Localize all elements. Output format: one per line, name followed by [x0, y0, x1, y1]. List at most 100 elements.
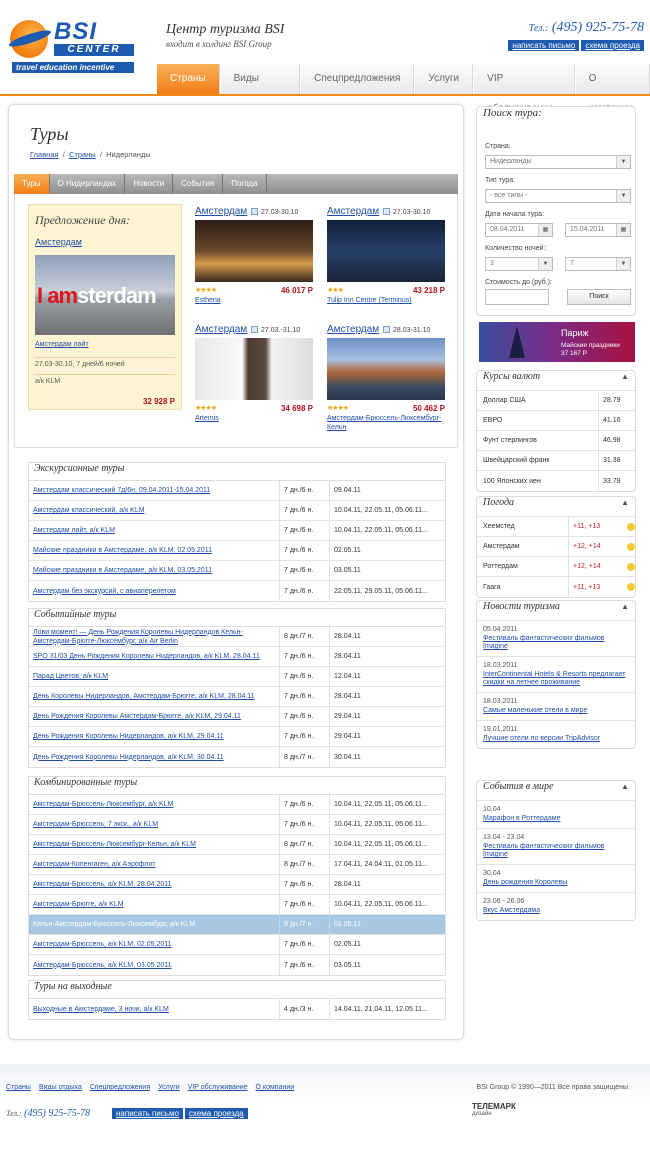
card-title-link[interactable]: Амстердам	[327, 206, 379, 217]
tour-type-select[interactable]: - все типы - ▼	[485, 189, 631, 203]
breadcrumb-home[interactable]: Главная	[30, 150, 59, 159]
tour-link[interactable]: Амстердам-Брюссель, а/к KLM, 02.05.2011	[33, 941, 172, 948]
table-row: Амстердам-Брюссель, а/к KLM, 03.05.2011 7…	[29, 955, 445, 975]
card-hotel-link[interactable]: Artemis	[195, 414, 313, 423]
tour-link[interactable]: Амстердам-Брюссель-Люксембург-Кельн, а/к…	[33, 841, 196, 848]
card-hotel-link[interactable]: Амстердам-Брюссель-Люксембург-Кельн	[327, 414, 445, 432]
card-image[interactable]	[327, 338, 445, 400]
breadcrumb-countries[interactable]: Страны	[69, 150, 96, 159]
tour-link[interactable]: День Рождения Королевы Нидерландов, а/к …	[33, 733, 224, 740]
nav-item-vip[interactable]: VIP обслуживание	[473, 64, 575, 114]
cost-input[interactable]	[485, 289, 549, 305]
rate-name: Фунт стерлингов	[483, 437, 537, 444]
tab-news[interactable]: Новости	[125, 174, 174, 194]
chevron-up-icon[interactable]: ▲	[621, 602, 629, 611]
tab-weather[interactable]: Погода	[223, 174, 267, 194]
card-image[interactable]	[195, 220, 313, 282]
deal-name-link[interactable]: Амстердам лайт	[35, 341, 89, 348]
news-link[interactable]: Лучшие отели по версии TripAdvisor	[483, 735, 600, 742]
event-link[interactable]: Фестиваль фантастических фильмов Imagine	[483, 843, 604, 858]
search-button[interactable]: Поиск	[567, 289, 631, 305]
footer-route-map-link[interactable]: схема проезда	[184, 1108, 248, 1119]
tour-link[interactable]: Амстердам лайт, а/к KLM	[33, 527, 115, 534]
card-hotel-link[interactable]: Estheria	[195, 296, 313, 305]
tour-link[interactable]: Кельн-Амстердам-Брюссель-Люксембург, а/к…	[33, 921, 195, 928]
footer-link-about[interactable]: О компании	[256, 1084, 295, 1091]
tour-link[interactable]: Амстердам-Брюссель-Люксембург, а/к KLM	[33, 801, 173, 808]
tour-link[interactable]: День Рождения Королевы Амстердам-Брюгге,…	[33, 713, 241, 720]
news-link[interactable]: InterContinental Hotels & Resorts предла…	[483, 671, 625, 686]
tour-link[interactable]: Выходные в Амстердаме, 3 ночи, а/к KLM	[33, 1006, 169, 1013]
event-link[interactable]: Марафон в Роттердаме	[483, 815, 560, 822]
tour-link[interactable]: Амстердам без экскурсий, с авиаперелетом	[33, 588, 176, 595]
nav-item-about[interactable]: О компании	[574, 64, 650, 114]
tab-events[interactable]: События	[173, 174, 224, 194]
date-to-input[interactable]: 15.04.2011 ▦	[565, 223, 631, 237]
news-item: 05.04.2011 Фестиваль фантастических фильм…	[477, 621, 635, 657]
news-link[interactable]: Самые маленькие отели в мире	[483, 707, 587, 714]
nav-item-countries[interactable]: Страны	[156, 64, 220, 94]
card-image[interactable]	[195, 338, 313, 400]
tour-link[interactable]: Амстердам-Брюссель, а/к KLM, 03.05.2011	[33, 962, 172, 969]
card-title-link[interactable]: Амстердам	[327, 324, 379, 335]
footer-link-vip[interactable]: VIP обслуживание	[188, 1084, 248, 1091]
tour-link[interactable]: SPO 31/03 День Рождения Королевы Нидерла…	[33, 653, 260, 660]
tour-link[interactable]: Парад Цветов, а/к KLM	[33, 673, 108, 680]
tour-link[interactable]: Амстердам-Брюгге, а/к KLM	[33, 901, 124, 908]
footer-link-countries[interactable]: Страны	[6, 1084, 31, 1091]
route-map-link[interactable]: схема проезда	[581, 40, 644, 51]
tour-link[interactable]: Амстердам классический, а/к KLM	[33, 507, 145, 514]
nights-from-select[interactable]: 3 ▼	[485, 257, 553, 271]
date-from-input[interactable]: 08.04.2011 ▦	[485, 223, 553, 237]
chevron-up-icon[interactable]: ▲	[621, 782, 629, 791]
calendar-icon[interactable]: ▦	[616, 224, 630, 236]
country-select[interactable]: Нидерланды ▼	[485, 155, 631, 169]
tour-duration: 7 дн./6 н.	[279, 647, 329, 666]
calendar-icon[interactable]: ▦	[538, 224, 552, 236]
rate-value: 31.38	[598, 451, 635, 470]
nav-item-special-offers[interactable]: Спецпредложения	[300, 64, 415, 94]
news-date: 19.01.2011	[483, 726, 518, 733]
deal-city-link[interactable]: Амстердам	[35, 237, 82, 247]
tour-link[interactable]: Лови момент! — День Рождения Королевы Ни…	[33, 629, 243, 645]
tab-about-netherlands[interactable]: О Нидерландах	[50, 174, 126, 194]
tour-link[interactable]: День Рождения Королевы Нидерландов, а/к …	[33, 754, 224, 761]
weather-temp: +11, +13	[573, 583, 601, 591]
tour-link[interactable]: Майские праздники в Амстердаме, а/к KLM,…	[33, 567, 212, 574]
date-to-value: 15.04.2011	[570, 226, 605, 233]
tour-link[interactable]: Амстердам-Брюссель, а/к KLM, 28.04.2011	[33, 881, 172, 888]
nights-to-select[interactable]: 7 ▼	[565, 257, 631, 271]
write-letter-link[interactable]: написать письмо	[508, 40, 580, 51]
deal-image[interactable]: I amsterdam	[35, 255, 175, 335]
chevron-up-icon[interactable]: ▲	[621, 498, 629, 507]
tour-link[interactable]: Амстердам-Копенгаген, а/к Аэрофлот	[33, 861, 155, 868]
tour-link[interactable]: День Королевы Нидерландов, Амстердам-Брю…	[33, 693, 255, 700]
card-hotel-link[interactable]: Tulip Inn Centre (Terminus)	[327, 296, 445, 305]
tour-link[interactable]: Майские праздники в Амстердаме, а/к KLM,…	[33, 547, 212, 554]
footer-link-vacation-types[interactable]: Виды отдыха	[39, 1084, 82, 1091]
card-title-link[interactable]: Амстердам	[195, 324, 247, 335]
chevron-up-icon[interactable]: ▲	[621, 372, 629, 381]
tour-name-cell: День Рождения Королевы Нидерландов, а/к …	[29, 753, 279, 762]
card-title-link[interactable]: Амстердам	[195, 206, 247, 217]
tour-name-cell: Кельн-Амстердам-Брюссель-Люксембург, а/к…	[29, 920, 279, 929]
date-from-value: 08.04.2011	[490, 226, 525, 233]
news-link[interactable]: Фестиваль фантастических фильмов Imagine	[483, 635, 604, 650]
footer-link-special-offers[interactable]: Спецпредложения	[90, 1084, 150, 1091]
tour-duration: 7 дн./6 н.	[279, 561, 329, 580]
weather-title: Погода ▲	[477, 497, 635, 517]
footer-link-services[interactable]: Услуги	[158, 1084, 180, 1091]
paris-banner[interactable]: Париж Майские праздники 37 167 Р	[479, 322, 635, 362]
nav-item-services[interactable]: Услуги	[414, 64, 474, 94]
tour-link[interactable]: Амстердам-Брюссель, 7 экск., а/к KLM	[33, 821, 158, 828]
footer-write-letter-link[interactable]: написать письмо	[112, 1108, 183, 1119]
studio-logo[interactable]: ТЕЛЕМАРК дизайн	[472, 1102, 516, 1117]
card-image[interactable]	[327, 220, 445, 282]
nav-item-vacation-types[interactable]: Виды отдыха	[219, 64, 301, 114]
deal-of-day: Предложение дня: Амстердам I amsterdam А…	[28, 204, 182, 410]
event-link[interactable]: Вкус Амстердама	[483, 907, 540, 914]
event-link[interactable]: День рождения Королевы	[483, 879, 567, 886]
tab-tours[interactable]: Туры	[14, 174, 50, 194]
tour-link[interactable]: Амстердам классический 7д/6н, 09.04.2011…	[33, 487, 210, 494]
weather-cell: +12, +14	[568, 557, 635, 576]
